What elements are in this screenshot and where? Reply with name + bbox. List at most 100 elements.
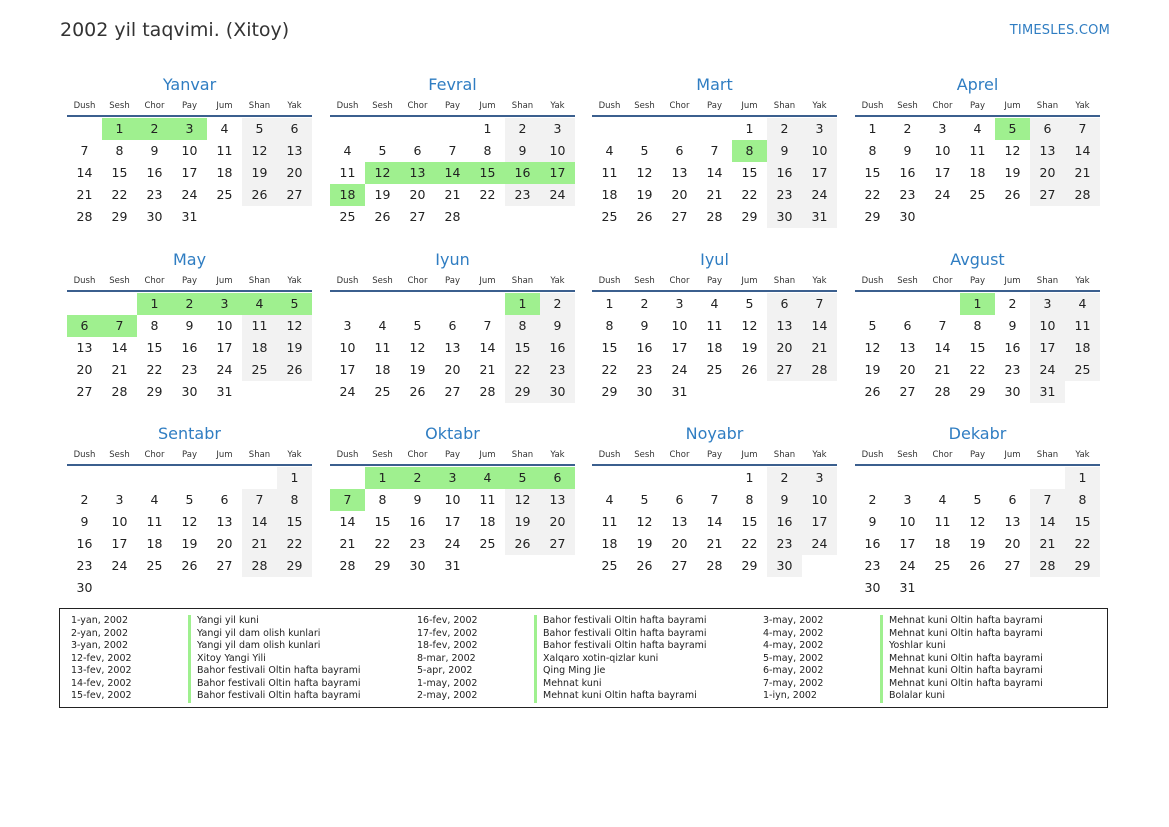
legend-date-column: 3-may, 2002 4-may, 2002 4-may, 2002 5-may, … — [763, 615, 823, 703]
weekday-header: Dush Sesh Chor Pay Jum Shan Yak — [330, 97, 575, 117]
empty-day-cell — [470, 293, 505, 315]
weekday-label: Yak — [812, 450, 827, 460]
holiday-date: 4-may, 2002 — [763, 640, 824, 651]
holiday-name: Mehnat kuni — [543, 677, 602, 689]
day-cell: 18 — [969, 165, 986, 180]
weekday-label: Jum — [216, 276, 233, 286]
weekday-label: Yak — [550, 101, 565, 111]
day-cell: 12 — [409, 340, 426, 355]
day-cell: 13 — [1004, 514, 1021, 529]
day-cell: 23 — [864, 558, 881, 573]
day-cell: 1 — [102, 118, 137, 140]
legend-name-column: Bahor festivali Oltin hafta bayrami Bahor… — [534, 615, 707, 703]
empty-day-cell — [277, 381, 312, 403]
holiday-date: 12-fev, 2002 — [71, 652, 132, 664]
day-cell: 19 — [741, 340, 758, 355]
day-cell: 16 — [899, 165, 916, 180]
weekday-label: Pay — [445, 276, 460, 286]
holiday-name: Yangi yil kuni — [197, 615, 259, 626]
weekday-label: Yak — [287, 276, 302, 286]
day-cell: 28 — [479, 384, 496, 399]
empty-day-cell — [767, 381, 802, 403]
day-cell: 26 — [181, 558, 198, 573]
empty-day-cell — [960, 467, 995, 489]
day-cell: 12 — [969, 514, 986, 529]
day-cell: 14 — [1030, 511, 1065, 533]
weekday-label: Yak — [550, 450, 565, 460]
day-cell: 31 — [216, 384, 233, 399]
day-cell: 9 — [505, 140, 540, 162]
weekday-label: Pay — [445, 101, 460, 111]
day-cell: 27 — [409, 209, 426, 224]
day-cell: 19 — [636, 187, 653, 202]
day-cell: 23 — [767, 184, 802, 206]
holiday-date: 1-yan, 2002 — [71, 615, 128, 626]
weekday-header: Dush Sesh Chor Pay Jum Shan Yak — [67, 272, 312, 292]
weekday-label: Dush — [598, 101, 621, 111]
empty-day-cell — [995, 577, 1030, 599]
empty-day-cell — [365, 293, 400, 315]
day-cell: 10 — [671, 318, 688, 333]
day-cell: 29 — [1065, 555, 1100, 577]
day-cell: 10 — [1030, 315, 1065, 337]
weekday-label: Shan — [248, 450, 271, 460]
day-cell: 11 — [969, 143, 986, 158]
day-cell: 19 — [1004, 165, 1021, 180]
day-cell: 25 — [969, 187, 986, 202]
day-cell: 18 — [601, 536, 618, 551]
day-cell: 17 — [899, 536, 916, 551]
empty-day-cell — [102, 467, 137, 489]
holiday-legend: 1-yan, 2002 2-yan, 2002 3-yan, 2002 12-fev,… — [59, 608, 1108, 708]
brand-link[interactable]: TIMESLES.COM — [1010, 23, 1110, 38]
day-cell: 17 — [802, 162, 837, 184]
day-grid: 1 2 3 4 5 6 7 8 9 10 11 12 13 14 15 16 17 18 19 20 21 22 23 24 2… — [330, 467, 575, 577]
day-grid: 1 2 3 4 5 6 7 8 9 10 11 12 13 14 15 16 17 18 19 20 21 22 23 24 2… — [855, 293, 1100, 403]
weekday-label: Chor — [669, 450, 690, 460]
day-cell: 10 — [802, 489, 837, 511]
day-cell: 30 — [540, 381, 575, 403]
weekday-label: Yak — [1075, 276, 1090, 286]
day-cell: 21 — [934, 362, 951, 377]
day-cell: 29 — [741, 558, 758, 573]
month-title: May — [172, 250, 207, 269]
day-cell: 15 — [864, 165, 881, 180]
weekday-label: Sesh — [372, 276, 393, 286]
empty-day-cell — [925, 206, 960, 228]
weekday-header: Dush Sesh Chor Pay Jum Shan Yak — [330, 272, 575, 292]
month-may: May Dush Sesh Chor Pay Jum Shan Yak 1 2 3 4 5 6 7 8 9 10 1… — [67, 248, 312, 403]
weekday-label: Yak — [1075, 450, 1090, 460]
empty-day-cell — [802, 555, 837, 577]
month-sentabr: Sentabr Dush Sesh Chor Pay Jum Shan Yak 1 2 3 4 5 6 7 8… — [67, 422, 312, 599]
empty-day-cell — [102, 293, 137, 315]
holiday-date: 4-may, 2002 — [763, 627, 824, 639]
day-cell: 19 — [374, 187, 391, 202]
weekday-label: Jum — [741, 101, 758, 111]
weekday-label: Jum — [216, 450, 233, 460]
weekday-header: Dush Sesh Chor Pay Jum Shan Yak — [67, 97, 312, 117]
empty-day-cell — [137, 577, 172, 599]
day-cell: 30 — [181, 384, 198, 399]
day-cell: 25 — [1065, 359, 1100, 381]
day-cell: 3 — [540, 118, 575, 140]
day-cell: 4 — [938, 492, 947, 507]
day-cell: 30 — [864, 580, 881, 595]
day-cell: 22 — [864, 187, 881, 202]
day-cell: 24 — [934, 187, 951, 202]
weekday-label: Sesh — [109, 101, 130, 111]
day-cell: 26 — [636, 558, 653, 573]
day-grid: 1 2 3 4 5 6 7 8 9 10 11 12 13 14 15 16 17 18 19 20 21 22 23 24 2… — [330, 293, 575, 403]
weekday-label: Shan — [773, 450, 796, 460]
day-cell: 12 — [864, 340, 881, 355]
day-cell: 12 — [365, 162, 400, 184]
empty-day-cell — [505, 555, 540, 577]
day-cell: 2 — [172, 293, 207, 315]
empty-day-cell — [435, 118, 470, 140]
weekday-label: Chor — [144, 101, 165, 111]
day-cell: 13 — [76, 340, 93, 355]
weekday-label: Sesh — [109, 450, 130, 460]
day-cell: 1 — [483, 121, 492, 136]
day-cell: 19 — [242, 162, 277, 184]
day-cell: 7 — [102, 315, 137, 337]
day-cell: 15 — [111, 165, 128, 180]
weekday-label: Jum — [1004, 276, 1021, 286]
